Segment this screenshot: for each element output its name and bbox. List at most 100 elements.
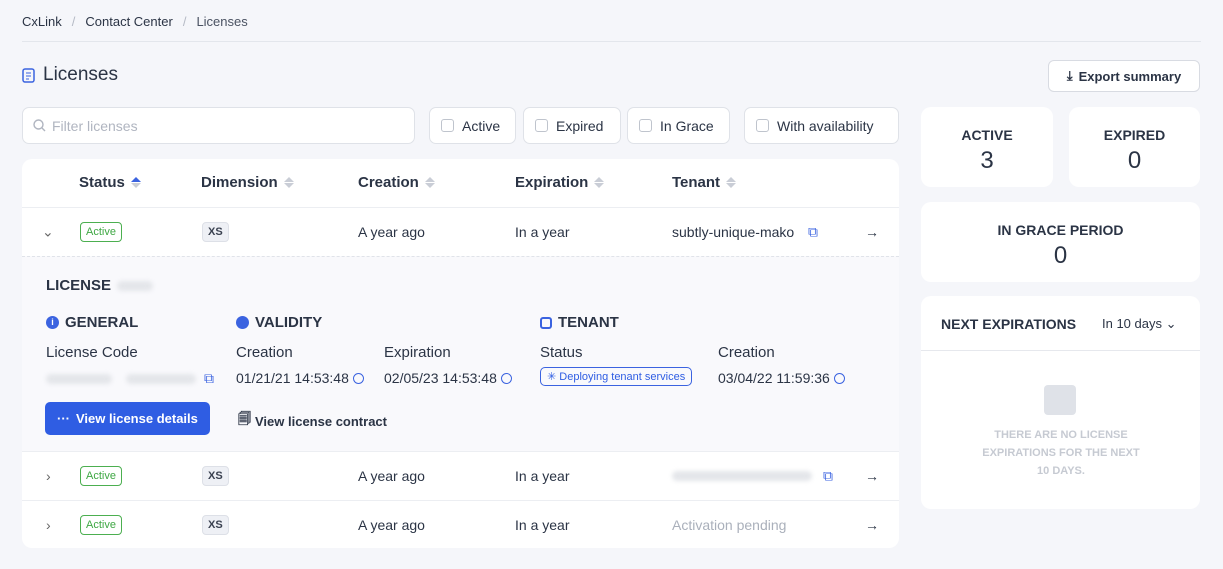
next-expirations-card: NEXT EXPIRATIONS In 10 days ⌄ THERE ARE … <box>921 296 1200 509</box>
next-expirations-title: NEXT EXPIRATIONS <box>941 316 1077 332</box>
divider <box>22 41 1201 42</box>
expiration-cell: In a year <box>515 517 570 533</box>
chevron-down-icon: ⌄ <box>1165 316 1177 331</box>
page-title: Licenses <box>22 64 118 86</box>
status-badge: Active <box>80 515 122 535</box>
tenant-cell: subtly-unique-mako <box>672 224 795 240</box>
table-row[interactable]: › Active XS A year ago In a year Activat… <box>22 500 899 548</box>
view-license-contract-link[interactable]: 🗐 View license contract <box>238 410 387 432</box>
filter-expired[interactable]: Expired <box>523 107 621 144</box>
tenant-heading: TENANT <box>540 314 619 331</box>
dimension-badge: XS <box>202 466 229 486</box>
range-value: In 10 days <box>1102 316 1162 331</box>
tenant-creation-label: Creation <box>718 344 775 361</box>
filter-with-availability[interactable]: With availability <box>744 107 899 144</box>
table-row[interactable]: › Active XS A year ago In a year ⧉ → <box>22 451 899 500</box>
filter-label: Expired <box>556 117 604 134</box>
status-label: Status <box>540 344 583 361</box>
general-heading: i GENERAL <box>46 314 138 331</box>
status-badge: Active <box>80 222 122 242</box>
expiration-label: Expiration <box>384 344 451 361</box>
tenant-status-badge: ✳ Deploying tenant services <box>540 367 693 386</box>
tenant-cell: Activation pending <box>672 517 787 533</box>
checkbox[interactable] <box>639 119 652 132</box>
chevron-down-icon[interactable]: ⌄ <box>42 224 54 241</box>
tenant-status-value: ✳ Deploying tenant services <box>540 367 693 386</box>
column-status[interactable]: Status <box>79 174 141 191</box>
range-dropdown[interactable]: In 10 days ⌄ <box>1102 316 1177 332</box>
stat-label: IN GRACE PERIOD <box>997 222 1124 238</box>
expiration-cell: In a year <box>515 468 570 484</box>
chevron-right-icon[interactable]: › <box>46 517 51 533</box>
licenses-table: Status Dimension Creation Expiration Ten… <box>22 159 899 548</box>
filter-label: Active <box>462 117 501 134</box>
filter-in-grace[interactable]: In Grace <box>627 107 730 144</box>
arrow-right-icon[interactable]: → <box>865 468 879 484</box>
breadcrumb-licenses: Licenses <box>196 14 248 29</box>
grace-stat-card: IN GRACE PERIOD 0 <box>921 202 1200 282</box>
page-title-text: Licenses <box>43 64 118 85</box>
checkbox[interactable] <box>441 119 454 132</box>
column-expiration[interactable]: Expiration <box>515 174 605 191</box>
creation-label: Creation <box>236 344 293 361</box>
breadcrumb-contact-center[interactable]: Contact Center <box>85 14 172 29</box>
checkbox[interactable] <box>756 119 769 132</box>
tenant-label: TENANT <box>558 314 619 331</box>
search-icon <box>33 119 46 132</box>
creation-date: 01/21/21 14:53:48 <box>236 370 349 386</box>
copy-icon[interactable]: ⧉ <box>204 370 214 387</box>
checkbox[interactable] <box>535 119 548 132</box>
validity-label: VALIDITY <box>255 314 323 331</box>
license-heading: LICENSE <box>46 277 154 294</box>
export-summary-button[interactable]: ⤓ Export summary <box>1048 60 1200 92</box>
redacted <box>46 373 112 384</box>
table-row[interactable]: ⌄ Active XS A year ago In a year subtly-… <box>22 207 899 256</box>
column-label: Status <box>79 174 125 191</box>
expiration-cell: In a year <box>515 224 570 240</box>
filter-active[interactable]: Active <box>429 107 516 144</box>
column-label: Tenant <box>672 174 721 191</box>
validity-heading: VALIDITY <box>236 314 322 331</box>
column-dimension[interactable]: Dimension <box>201 174 294 191</box>
sort-icon <box>283 177 294 188</box>
export-label: Export summary <box>1078 68 1182 84</box>
license-code-label: License Code <box>46 344 138 361</box>
tenant-status-text: Deploying tenant services <box>559 371 686 383</box>
sort-icon <box>726 177 737 188</box>
copy-icon[interactable]: ⧉ <box>823 468 833 485</box>
breadcrumb-cxlink[interactable]: CxLink <box>22 14 62 29</box>
license-code-value: ⧉ <box>46 370 214 387</box>
contract-icon: 🗐 <box>238 411 251 426</box>
clock-icon <box>833 372 845 384</box>
license-id-redacted <box>117 280 154 291</box>
more-icon: ··· <box>57 411 70 426</box>
chip-icon <box>540 316 552 329</box>
creation-value: 01/21/21 14:53:48 <box>236 370 364 386</box>
tenant-creation-date: 03/04/22 11:59:36 <box>718 370 830 386</box>
creation-cell: A year ago <box>358 517 425 533</box>
license-detail-panel: LICENSE i GENERAL VALIDITY TENANT License… <box>22 256 899 451</box>
document-icon <box>22 67 35 83</box>
arrow-right-icon[interactable]: → <box>865 517 879 533</box>
general-label: GENERAL <box>65 314 139 331</box>
column-tenant[interactable]: Tenant <box>672 174 737 191</box>
divider <box>921 350 1200 351</box>
filter-label: In Grace <box>660 117 714 134</box>
column-creation[interactable]: Creation <box>358 174 435 191</box>
dimension-badge: XS <box>202 222 229 242</box>
calendar-icon <box>1044 385 1076 415</box>
creation-cell: A year ago <box>358 224 425 240</box>
separator: / <box>71 14 76 29</box>
sort-asc-icon <box>130 177 141 188</box>
button-label: View license details <box>76 411 198 426</box>
view-license-details-button[interactable]: ··· View license details <box>45 402 210 435</box>
chevron-right-icon[interactable]: › <box>46 468 51 484</box>
stat-value: 0 <box>1127 147 1142 174</box>
search-input[interactable] <box>52 117 233 134</box>
redacted <box>126 373 196 384</box>
arrow-right-icon[interactable]: → <box>865 224 879 240</box>
copy-icon[interactable]: ⧉ <box>808 224 818 241</box>
clock-icon <box>352 372 364 384</box>
stat-value: 0 <box>1053 242 1068 269</box>
column-label: Dimension <box>201 174 278 191</box>
